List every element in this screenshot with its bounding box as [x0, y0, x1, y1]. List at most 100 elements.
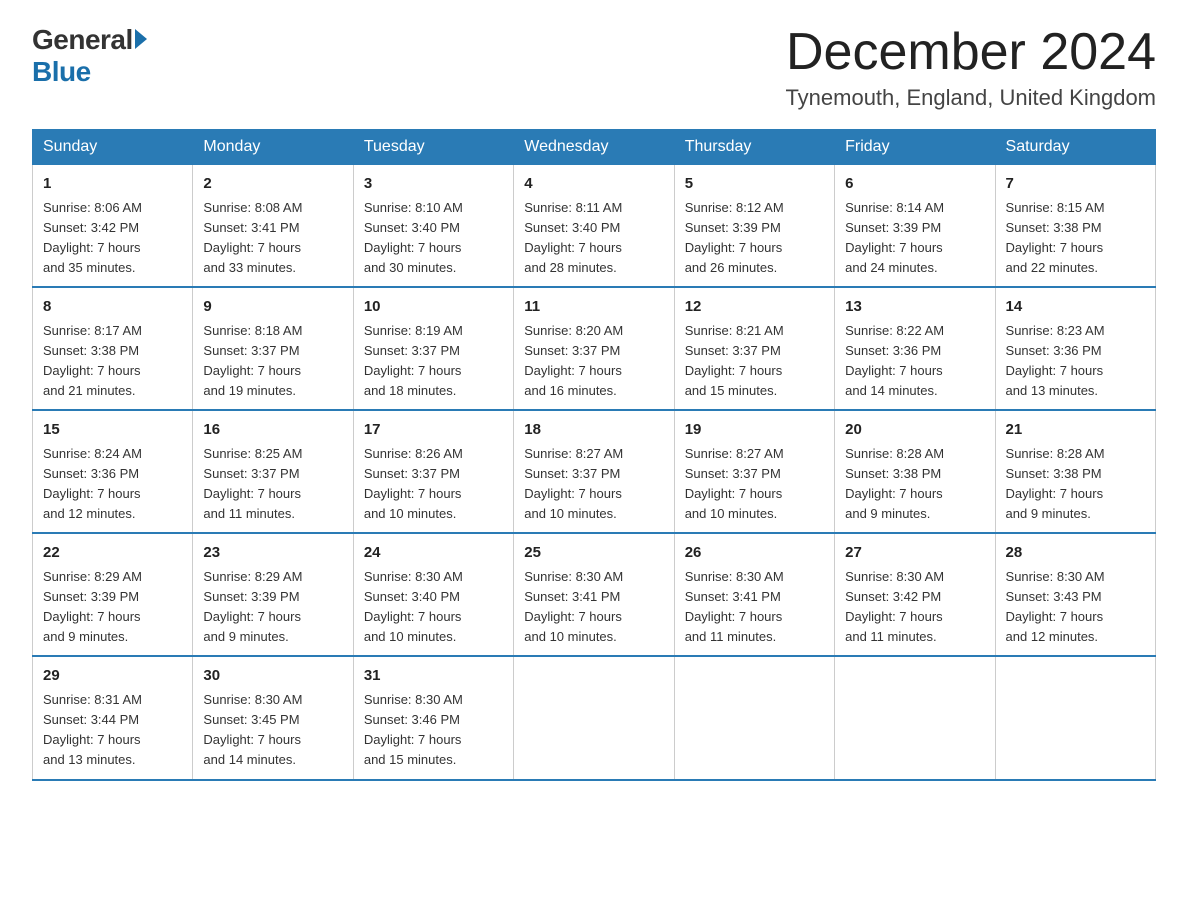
day-info: Sunrise: 8:30 AM Sunset: 3:42 PM Dayligh… — [845, 567, 984, 648]
day-info: Sunrise: 8:24 AM Sunset: 3:36 PM Dayligh… — [43, 444, 182, 525]
day-number: 8 — [43, 296, 182, 319]
calendar-week-row: 15Sunrise: 8:24 AM Sunset: 3:36 PM Dayli… — [33, 410, 1156, 533]
calendar-cell — [674, 656, 834, 779]
day-number: 31 — [364, 665, 503, 688]
day-number: 28 — [1006, 542, 1145, 565]
calendar-cell: 19Sunrise: 8:27 AM Sunset: 3:37 PM Dayli… — [674, 410, 834, 533]
day-info: Sunrise: 8:20 AM Sunset: 3:37 PM Dayligh… — [524, 321, 663, 402]
calendar-cell — [835, 656, 995, 779]
calendar-cell: 16Sunrise: 8:25 AM Sunset: 3:37 PM Dayli… — [193, 410, 353, 533]
logo-arrow-icon — [135, 29, 147, 49]
calendar-cell: 24Sunrise: 8:30 AM Sunset: 3:40 PM Dayli… — [353, 533, 513, 656]
header-cell-thursday: Thursday — [674, 130, 834, 165]
day-number: 26 — [685, 542, 824, 565]
day-info: Sunrise: 8:15 AM Sunset: 3:38 PM Dayligh… — [1006, 198, 1145, 279]
page-header: General Blue December 2024 Tynemouth, En… — [32, 24, 1156, 111]
calendar-cell: 4Sunrise: 8:11 AM Sunset: 3:40 PM Daylig… — [514, 165, 674, 288]
day-number: 6 — [845, 173, 984, 196]
calendar-cell: 3Sunrise: 8:10 AM Sunset: 3:40 PM Daylig… — [353, 165, 513, 288]
day-info: Sunrise: 8:17 AM Sunset: 3:38 PM Dayligh… — [43, 321, 182, 402]
day-number: 20 — [845, 419, 984, 442]
day-number: 11 — [524, 296, 663, 319]
calendar-cell: 11Sunrise: 8:20 AM Sunset: 3:37 PM Dayli… — [514, 287, 674, 410]
day-number: 12 — [685, 296, 824, 319]
calendar-cell: 14Sunrise: 8:23 AM Sunset: 3:36 PM Dayli… — [995, 287, 1155, 410]
header-cell-sunday: Sunday — [33, 130, 193, 165]
day-number: 18 — [524, 419, 663, 442]
calendar-header-row: SundayMondayTuesdayWednesdayThursdayFrid… — [33, 130, 1156, 165]
day-info: Sunrise: 8:18 AM Sunset: 3:37 PM Dayligh… — [203, 321, 342, 402]
calendar-cell: 25Sunrise: 8:30 AM Sunset: 3:41 PM Dayli… — [514, 533, 674, 656]
header-cell-wednesday: Wednesday — [514, 130, 674, 165]
title-block: December 2024 Tynemouth, England, United… — [785, 24, 1156, 111]
calendar-cell: 8Sunrise: 8:17 AM Sunset: 3:38 PM Daylig… — [33, 287, 193, 410]
calendar-cell: 20Sunrise: 8:28 AM Sunset: 3:38 PM Dayli… — [835, 410, 995, 533]
day-number: 22 — [43, 542, 182, 565]
day-number: 27 — [845, 542, 984, 565]
day-info: Sunrise: 8:30 AM Sunset: 3:43 PM Dayligh… — [1006, 567, 1145, 648]
day-info: Sunrise: 8:06 AM Sunset: 3:42 PM Dayligh… — [43, 198, 182, 279]
day-info: Sunrise: 8:22 AM Sunset: 3:36 PM Dayligh… — [845, 321, 984, 402]
calendar-cell: 13Sunrise: 8:22 AM Sunset: 3:36 PM Dayli… — [835, 287, 995, 410]
day-info: Sunrise: 8:27 AM Sunset: 3:37 PM Dayligh… — [685, 444, 824, 525]
day-number: 14 — [1006, 296, 1145, 319]
location-label: Tynemouth, England, United Kingdom — [785, 85, 1156, 111]
day-info: Sunrise: 8:10 AM Sunset: 3:40 PM Dayligh… — [364, 198, 503, 279]
day-info: Sunrise: 8:30 AM Sunset: 3:41 PM Dayligh… — [524, 567, 663, 648]
day-info: Sunrise: 8:27 AM Sunset: 3:37 PM Dayligh… — [524, 444, 663, 525]
header-cell-saturday: Saturday — [995, 130, 1155, 165]
calendar-cell: 5Sunrise: 8:12 AM Sunset: 3:39 PM Daylig… — [674, 165, 834, 288]
day-number: 15 — [43, 419, 182, 442]
header-cell-tuesday: Tuesday — [353, 130, 513, 165]
day-number: 10 — [364, 296, 503, 319]
day-info: Sunrise: 8:30 AM Sunset: 3:46 PM Dayligh… — [364, 690, 503, 771]
header-cell-friday: Friday — [835, 130, 995, 165]
calendar-cell: 10Sunrise: 8:19 AM Sunset: 3:37 PM Dayli… — [353, 287, 513, 410]
day-info: Sunrise: 8:31 AM Sunset: 3:44 PM Dayligh… — [43, 690, 182, 771]
day-info: Sunrise: 8:21 AM Sunset: 3:37 PM Dayligh… — [685, 321, 824, 402]
day-info: Sunrise: 8:25 AM Sunset: 3:37 PM Dayligh… — [203, 444, 342, 525]
day-info: Sunrise: 8:28 AM Sunset: 3:38 PM Dayligh… — [1006, 444, 1145, 525]
calendar-week-row: 22Sunrise: 8:29 AM Sunset: 3:39 PM Dayli… — [33, 533, 1156, 656]
day-info: Sunrise: 8:29 AM Sunset: 3:39 PM Dayligh… — [43, 567, 182, 648]
day-info: Sunrise: 8:26 AM Sunset: 3:37 PM Dayligh… — [364, 444, 503, 525]
calendar-cell: 12Sunrise: 8:21 AM Sunset: 3:37 PM Dayli… — [674, 287, 834, 410]
day-number: 25 — [524, 542, 663, 565]
calendar-cell: 29Sunrise: 8:31 AM Sunset: 3:44 PM Dayli… — [33, 656, 193, 779]
calendar-cell: 31Sunrise: 8:30 AM Sunset: 3:46 PM Dayli… — [353, 656, 513, 779]
month-year-title: December 2024 — [785, 24, 1156, 81]
day-info: Sunrise: 8:30 AM Sunset: 3:40 PM Dayligh… — [364, 567, 503, 648]
calendar-cell: 23Sunrise: 8:29 AM Sunset: 3:39 PM Dayli… — [193, 533, 353, 656]
logo-blue: Blue — [32, 56, 91, 88]
day-number: 2 — [203, 173, 342, 196]
logo: General Blue — [32, 24, 147, 88]
calendar-cell — [995, 656, 1155, 779]
calendar-cell: 21Sunrise: 8:28 AM Sunset: 3:38 PM Dayli… — [995, 410, 1155, 533]
day-number: 3 — [364, 173, 503, 196]
calendar-week-row: 1Sunrise: 8:06 AM Sunset: 3:42 PM Daylig… — [33, 165, 1156, 288]
day-info: Sunrise: 8:08 AM Sunset: 3:41 PM Dayligh… — [203, 198, 342, 279]
calendar-cell: 1Sunrise: 8:06 AM Sunset: 3:42 PM Daylig… — [33, 165, 193, 288]
calendar-cell — [514, 656, 674, 779]
day-number: 7 — [1006, 173, 1145, 196]
day-number: 16 — [203, 419, 342, 442]
calendar-cell: 18Sunrise: 8:27 AM Sunset: 3:37 PM Dayli… — [514, 410, 674, 533]
calendar-week-row: 29Sunrise: 8:31 AM Sunset: 3:44 PM Dayli… — [33, 656, 1156, 779]
day-number: 19 — [685, 419, 824, 442]
day-info: Sunrise: 8:30 AM Sunset: 3:45 PM Dayligh… — [203, 690, 342, 771]
day-number: 9 — [203, 296, 342, 319]
day-number: 29 — [43, 665, 182, 688]
calendar-cell: 2Sunrise: 8:08 AM Sunset: 3:41 PM Daylig… — [193, 165, 353, 288]
day-info: Sunrise: 8:30 AM Sunset: 3:41 PM Dayligh… — [685, 567, 824, 648]
day-number: 30 — [203, 665, 342, 688]
day-info: Sunrise: 8:28 AM Sunset: 3:38 PM Dayligh… — [845, 444, 984, 525]
day-number: 1 — [43, 173, 182, 196]
calendar-cell: 22Sunrise: 8:29 AM Sunset: 3:39 PM Dayli… — [33, 533, 193, 656]
calendar-cell: 28Sunrise: 8:30 AM Sunset: 3:43 PM Dayli… — [995, 533, 1155, 656]
day-info: Sunrise: 8:29 AM Sunset: 3:39 PM Dayligh… — [203, 567, 342, 648]
day-info: Sunrise: 8:19 AM Sunset: 3:37 PM Dayligh… — [364, 321, 503, 402]
day-number: 5 — [685, 173, 824, 196]
calendar-table: SundayMondayTuesdayWednesdayThursdayFrid… — [32, 129, 1156, 780]
calendar-cell: 6Sunrise: 8:14 AM Sunset: 3:39 PM Daylig… — [835, 165, 995, 288]
day-info: Sunrise: 8:11 AM Sunset: 3:40 PM Dayligh… — [524, 198, 663, 279]
